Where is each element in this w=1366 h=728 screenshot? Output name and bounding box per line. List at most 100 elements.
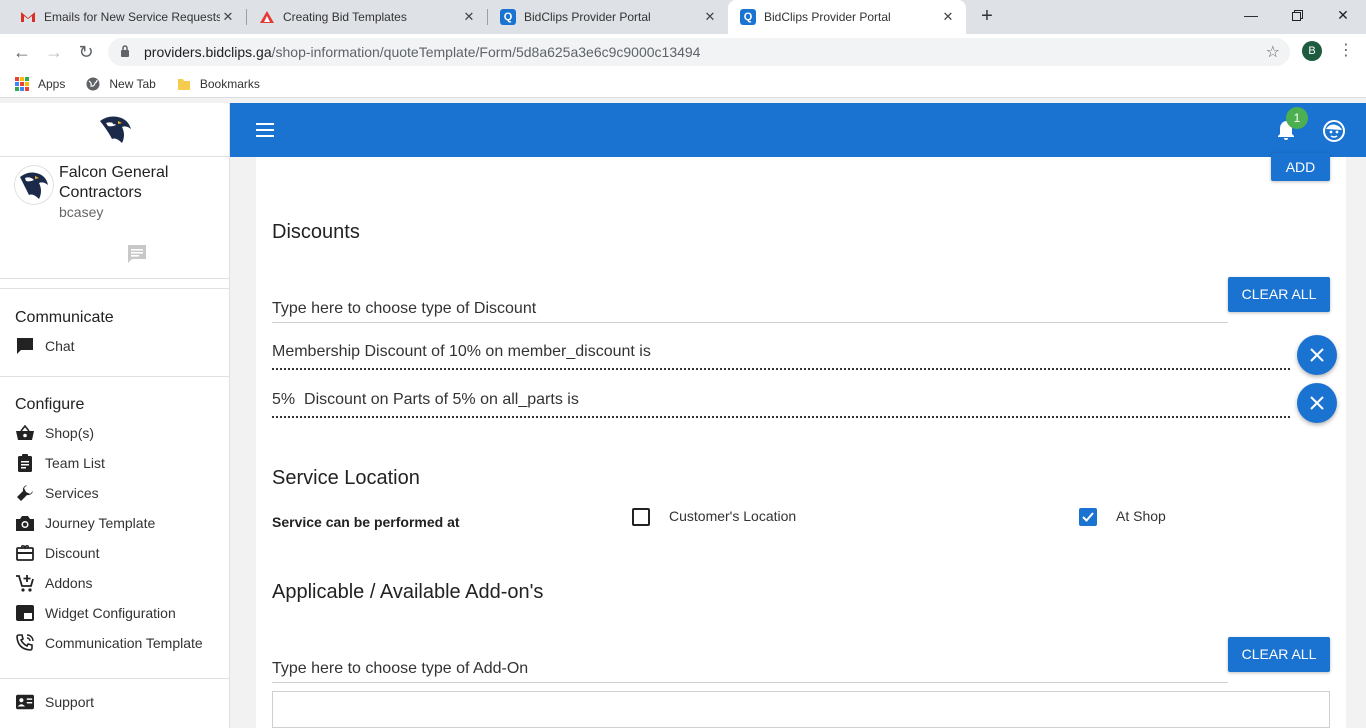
falcon-logo[interactable] [0,103,229,157]
notification-badge: 1 [1286,107,1308,129]
contact-card-icon [16,693,34,711]
bookmark-star-icon[interactable]: ☆ [1266,42,1280,62]
at-shop-checkbox[interactable] [1079,508,1097,526]
clipboard-icon [16,454,34,472]
sidebar-item-addons[interactable]: Addons [0,568,229,598]
wrench-icon [16,484,34,502]
bookmark-apps[interactable]: Apps [14,76,65,92]
tab-title: Creating Bid Templates [283,10,407,24]
sidebar-item-journey-template[interactable]: Journey Template [0,508,229,538]
browser-tab-4-active[interactable]: Q BidClips Provider Portal ✕ [728,0,966,34]
sidebar-item-label: Shop(s) [45,425,95,441]
sidebar-item-widget-configuration[interactable]: Widget Configuration [0,598,229,628]
sidebar-item-label: Communication Template [45,635,203,651]
menu-icon[interactable] [256,123,274,141]
avatar[interactable] [14,165,54,205]
bidclips-icon: Q [740,9,756,25]
new-tab-button[interactable]: + [976,5,998,27]
apps-grid-icon [14,76,30,92]
minimize-button[interactable]: — [1228,0,1274,30]
sidebar-item-communication-template[interactable]: Communication Template [0,628,229,658]
close-tab-icon[interactable]: ✕ [461,9,477,25]
company-name-line1: Falcon General [59,164,169,181]
username: bcasey [59,204,104,220]
account-face-icon[interactable] [1322,119,1346,148]
sidebar-item-label: Support [45,694,95,710]
discount-search-input[interactable] [272,295,1228,323]
remove-discount-button[interactable] [1297,383,1337,423]
tab-title: Emails for New Service Requests [44,10,220,24]
add-button[interactable]: ADD [1271,153,1330,181]
browser-menu-icon[interactable]: ⋮ [1338,40,1354,60]
section-title: Configure [15,396,85,413]
service-location-title: Service Location [272,467,420,489]
sidebar-item-support[interactable]: Support [0,687,229,717]
camera-icon [16,514,34,532]
clear-all-addons-button[interactable]: CLEAR ALL [1228,637,1330,672]
sidebar-item-label: Services [45,485,99,501]
company-profile: Falcon General Contractors bcasey [0,157,229,279]
remove-discount-button[interactable] [1297,335,1337,375]
communicate-section: Communicate Chat [0,289,229,377]
bidclips-icon: Q [500,9,516,25]
sidebar-item-discount[interactable]: Discount [0,538,229,568]
close-tab-icon[interactable]: ✕ [702,9,718,25]
bookmarks-bar: Apps New Tab Bookmarks [0,70,1366,98]
service-performed-label: Service can be performed at [272,514,460,530]
addons-title: Applicable / Available Add-on's [272,581,544,603]
app-header: 1 [230,103,1366,157]
sidebar-item-label: Discount [45,545,100,561]
message-icon[interactable] [126,243,148,270]
sidebar-item-label: Widget Configuration [45,605,176,621]
customers-location-checkbox[interactable] [632,508,650,526]
back-button[interactable]: ← [10,40,34,64]
bookmark-label: New Tab [109,76,156,91]
clear-all-discounts-button[interactable]: CLEAR ALL [1228,277,1330,312]
quote-template-form: ADD Discounts .content input::placeholde… [256,153,1346,728]
sidebar-item-shops[interactable]: Shop(s) [0,418,229,448]
close-icon [1310,396,1324,410]
addons-list-box[interactable] [272,691,1330,728]
sidebar-item-chat[interactable]: Chat [0,331,229,361]
browser-tab-3[interactable]: Q BidClips Provider Portal ✕ [488,0,728,34]
browser-tab-bar: Emails for New Service Requests ✕ Creati… [0,0,1366,34]
sidebar-item-services[interactable]: Services [0,478,229,508]
url-path: /shop-information/quoteTemplate/Form/5d8… [271,44,701,60]
close-icon [1310,348,1324,362]
addon-search-input[interactable] [272,655,1228,683]
close-window-button[interactable]: ✕ [1320,0,1366,30]
reload-button[interactable]: ↻ [74,40,98,64]
browser-profile-avatar[interactable]: B [1302,41,1322,61]
forward-button[interactable]: → [42,40,66,64]
lock-icon [120,44,136,60]
gift-card-icon [16,544,34,562]
restore-button[interactable] [1274,0,1320,30]
bookmark-new-tab[interactable]: New Tab [85,76,156,92]
bid-templates-icon [259,9,275,25]
sidebar: Falcon General Contractors bcasey Commun… [0,103,230,728]
discount-item-text: 5% Discount on Parts of 5% on all_parts … [272,391,579,408]
folder-icon [176,76,192,92]
configure-section: Configure Shop(s) Team List Services Jou… [0,377,229,679]
discount-item: 5% Discount on Parts of 5% on all_parts … [272,391,1290,418]
sidebar-item-label: Journey Template [45,515,156,531]
browser-toolbar: ← → ↻ providers.bidclips.ga/shop-informa… [0,34,1366,70]
at-shop-label[interactable]: At Shop [1116,508,1166,524]
company-name-line2: Contractors [59,184,142,201]
sidebar-item-label: Team List [45,455,105,471]
bookmark-label: Bookmarks [199,76,260,91]
address-bar[interactable]: providers.bidclips.ga/shop-information/q… [108,38,1290,66]
sidebar-item-label: Chat [45,338,75,354]
bookmark-folder[interactable]: Bookmarks [176,76,260,92]
checkmark-icon [1082,512,1094,522]
browser-tab-2[interactable]: Creating Bid Templates ✕ [247,0,487,34]
phone-icon [16,634,34,652]
close-tab-icon[interactable]: ✕ [220,9,236,25]
gmail-icon [20,9,36,25]
close-tab-icon[interactable]: ✕ [940,9,956,25]
customers-location-label[interactable]: Customer's Location [669,508,796,524]
browser-tab-1[interactable]: Emails for New Service Requests ✕ [8,0,246,34]
sidebar-item-label: Addons [45,575,93,591]
discount-item-text: Membership Discount of 10% on member_dis… [272,343,651,360]
sidebar-item-team-list[interactable]: Team List [0,448,229,478]
